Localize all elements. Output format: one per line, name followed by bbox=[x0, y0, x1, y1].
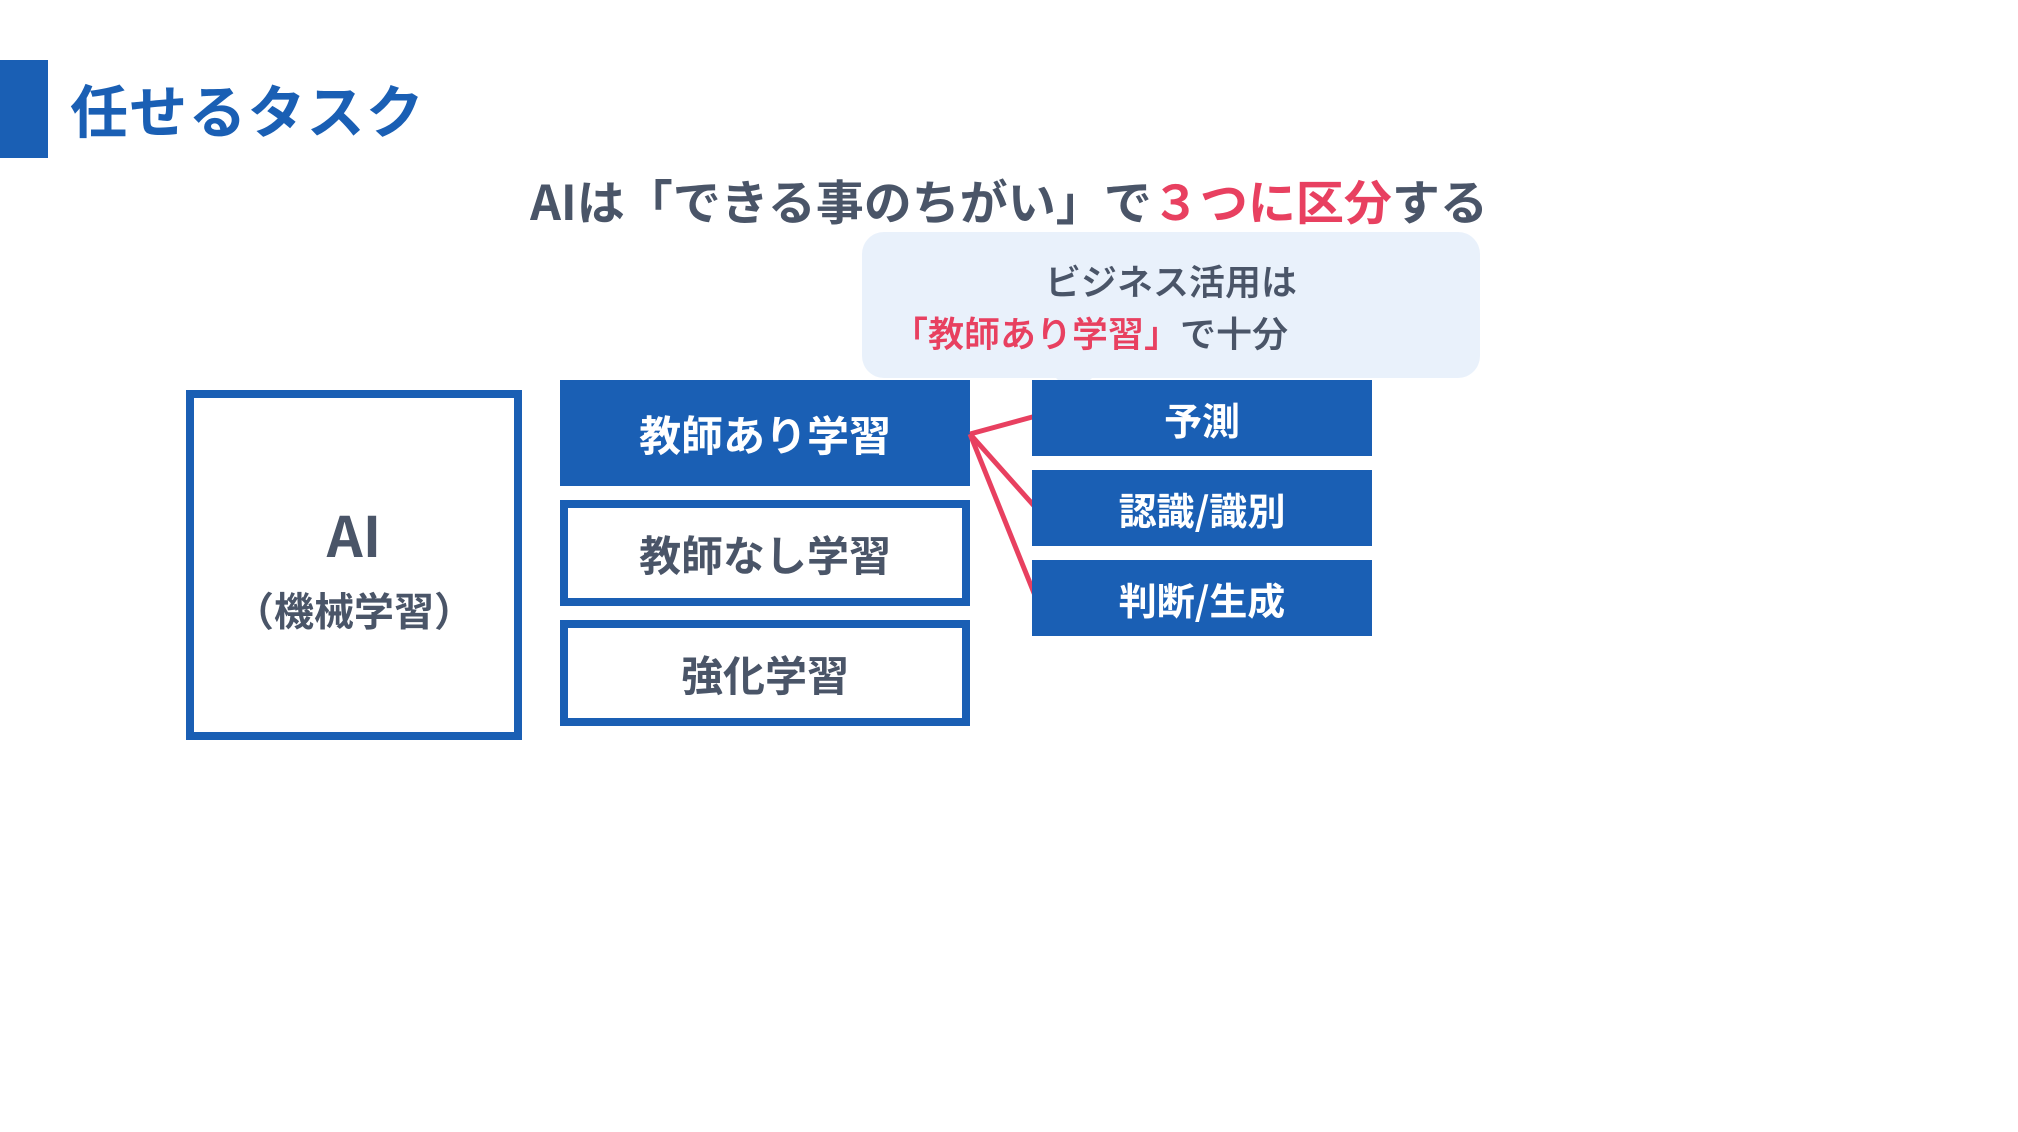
subhead-before: AIは「できる事のちがい」で bbox=[530, 164, 1152, 234]
title-accent-bar bbox=[0, 60, 48, 158]
page-title: 任せるタスク bbox=[70, 66, 425, 150]
task-recognize: 認識/識別 bbox=[1032, 470, 1372, 546]
type-reinforcement: 強化学習 bbox=[560, 620, 970, 726]
ai-box: AI （機械学習） bbox=[186, 390, 522, 740]
task-judge: 判断/生成 bbox=[1032, 560, 1372, 636]
callout-bubble: ビジネス活用は 「教師あり学習」で十分 bbox=[862, 232, 1480, 378]
subhead-after: する bbox=[1392, 164, 1488, 234]
ai-main-label: AI bbox=[327, 493, 381, 574]
bubble-line1: ビジネス活用は bbox=[892, 254, 1450, 306]
bubble-line2-accent: 「教師あり学習」 bbox=[892, 306, 1180, 358]
task-predict: 予測 bbox=[1032, 380, 1372, 456]
subhead-accent: ３つに区分 bbox=[1152, 164, 1392, 234]
bubble-line2: 「教師あり学習」で十分 bbox=[892, 306, 1450, 358]
type-unsupervised: 教師なし学習 bbox=[560, 500, 970, 606]
ai-sub-label: （機械学習） bbox=[234, 580, 474, 638]
connector-lines-icon bbox=[966, 380, 1038, 640]
type-supervised: 教師あり学習 bbox=[560, 380, 970, 486]
learning-types-column: 教師あり学習 教師なし学習 強化学習 bbox=[560, 380, 970, 726]
sub-heading: AIは「できる事のちがい」で３つに区分する bbox=[0, 164, 2018, 234]
bubble-line2-after: で十分 bbox=[1180, 306, 1288, 358]
tasks-column: 予測 認識/識別 判断/生成 bbox=[1032, 380, 1372, 636]
